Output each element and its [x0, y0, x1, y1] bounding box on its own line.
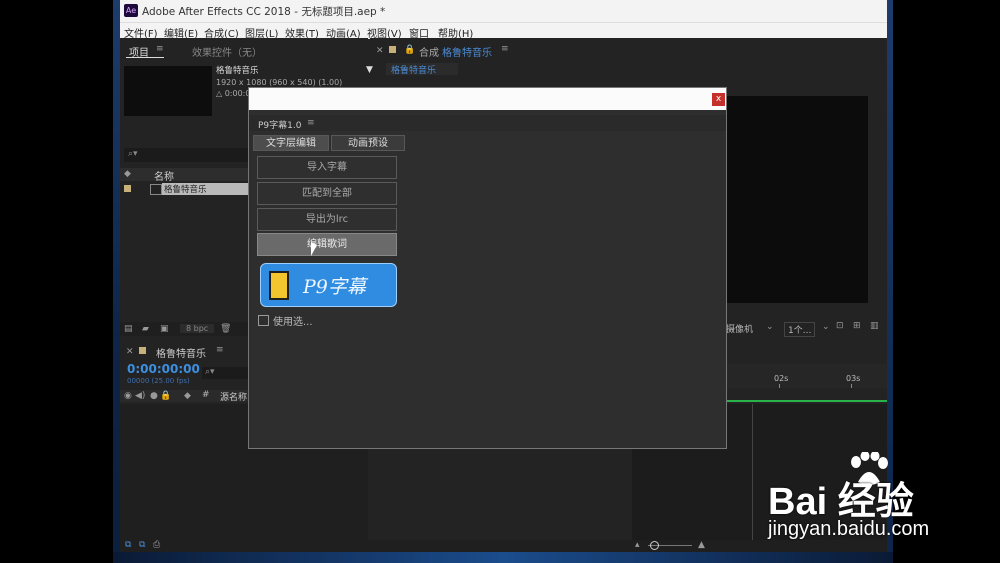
panel-menu-icon[interactable]: ≡	[156, 44, 164, 54]
desktop-taskbar-strip	[113, 552, 893, 563]
composition-panel-header: ✕ 🔒 合成 格鲁特音乐 ≡	[370, 38, 887, 60]
match-all-button[interactable]: 匹配到全部	[257, 182, 397, 205]
beer-mug-icon	[269, 271, 289, 300]
time-ruler[interactable]: 02s 03s	[726, 364, 887, 388]
menu-bar: 文件(F) 编辑(E) 合成(C) 图层(L) 效果(T) 动画(A) 视图(V…	[120, 22, 887, 40]
item-name: 格鲁特音乐	[216, 66, 259, 76]
audio-icon[interactable]: ◀)	[135, 391, 145, 401]
use-selection-checkbox[interactable]	[258, 315, 269, 326]
comp-sub-tab[interactable]: 格鲁特音乐	[386, 63, 458, 76]
work-area-bar[interactable]	[726, 400, 887, 402]
interpret-footage-icon[interactable]: ▤	[124, 324, 133, 334]
label-color-swatch	[124, 185, 131, 192]
desktop-background-left	[113, 0, 120, 563]
window-title: Adobe After Effects CC 2018 - 无标题项目.aep …	[142, 6, 386, 18]
panel-menu-icon[interactable]: ≡	[501, 44, 509, 54]
panel-title: P9字幕1.0	[258, 121, 302, 131]
export-lrc-button[interactable]: 导出为lrc	[257, 208, 397, 231]
snapshot-icon[interactable]: ⊡	[836, 321, 844, 331]
tab-text-layer-edit[interactable]: 文字层编辑	[253, 135, 329, 151]
lock-icon[interactable]: 🔒	[160, 391, 171, 401]
composition-viewer[interactable]	[726, 96, 868, 303]
import-subtitles-button[interactable]: 导入字幕	[257, 156, 397, 179]
window-titlebar: Ae Adobe After Effects CC 2018 - 无标题项目.a…	[120, 0, 887, 22]
new-composition-icon[interactable]: ▣	[160, 324, 169, 334]
dialog-titlebar: x	[249, 88, 726, 110]
label-color-swatch	[139, 347, 146, 354]
channel-icon[interactable]: ▥	[870, 321, 879, 331]
solo-icon[interactable]: ●	[150, 391, 158, 401]
viewer-footer: 摄像机 ⌄ 1个... ⌄ ⊡ ⊞ ▥	[726, 320, 887, 337]
lock-icon[interactable]: 🔒	[404, 45, 415, 55]
tab-animation-preset[interactable]: 动画预设	[331, 135, 405, 151]
eye-icon[interactable]: ◉	[124, 391, 132, 401]
item-thumbnail	[124, 66, 212, 116]
column-name[interactable]: 名称	[154, 168, 174, 183]
panel-divider	[752, 404, 753, 544]
trash-icon[interactable]: 🗑	[220, 324, 231, 334]
dialog-panel-header: P9字幕1.0 ≡	[249, 115, 726, 131]
ruler-label: 03s	[846, 374, 861, 383]
new-folder-icon[interactable]: ▰	[142, 324, 149, 334]
tab-composition[interactable]: 格鲁特音乐	[442, 44, 492, 59]
edit-lyrics-button[interactable]: 编辑歌词	[257, 233, 397, 256]
close-panel-icon[interactable]: ✕	[376, 46, 384, 56]
zoom-slider-thumb[interactable]	[650, 541, 659, 550]
project-item-label: 格鲁特音乐	[164, 185, 207, 195]
label-tag-icon[interactable]: ◆	[124, 169, 131, 179]
show-snapshot-icon[interactable]: ⊞	[853, 321, 861, 331]
ae-app-icon: Ae	[124, 4, 138, 17]
switch-icon[interactable]: ⧉	[125, 540, 131, 550]
timeline-search-input[interactable]: ⌕▾	[202, 367, 250, 379]
close-panel-icon[interactable]: ✕	[126, 347, 134, 357]
watermark-brand: Bai 经验	[768, 481, 914, 523]
tab-timeline[interactable]: 格鲁特音乐	[156, 345, 206, 360]
frame-rate: 00000 (25.00 fps)	[127, 377, 190, 385]
p9-subtitle-dialog: x P9字幕1.0 ≡ 文字层编辑 动画预设 导入字幕 匹配到全部 导出为lrc…	[248, 87, 727, 449]
bit-depth-badge[interactable]: 8 bpc	[180, 324, 215, 333]
panel-menu-icon[interactable]: ≡	[216, 345, 224, 355]
ruler-tick	[779, 384, 780, 388]
comp-tab-prefix: 合成	[419, 48, 439, 59]
p9-logo: P9字幕	[260, 263, 397, 307]
column-number: #	[202, 390, 210, 400]
baidu-jingyan-watermark: Bai 经验 jingyan.baidu.com	[768, 452, 948, 552]
comp-sub-tab-label: 格鲁特音乐	[391, 66, 437, 76]
label-color-swatch	[389, 46, 396, 53]
current-timecode[interactable]: 0:00:00:00	[127, 362, 200, 376]
chevron-down-icon[interactable]: ⌄	[766, 322, 774, 332]
panel-menu-icon[interactable]: ≡	[307, 118, 315, 128]
zoom-out-icon[interactable]: ▴	[635, 540, 640, 550]
tab-effect-controls[interactable]: 效果控件（无）	[192, 44, 262, 59]
graph-editor-icon[interactable]: ⎙	[153, 540, 160, 550]
search-icon: ⌕▾	[205, 367, 215, 377]
logo-text: P9字幕	[303, 276, 366, 298]
composition-icon	[150, 184, 162, 195]
close-button[interactable]: x	[712, 93, 725, 106]
watermark-url: jingyan.baidu.com	[768, 518, 930, 540]
chevron-down-icon[interactable]: ▼	[366, 65, 373, 76]
search-icon: ⌕▾	[128, 149, 138, 159]
ruler-label: 02s	[774, 374, 789, 383]
column-source-name[interactable]: 源名称	[220, 390, 247, 403]
chevron-down-icon[interactable]: ⌄	[822, 322, 830, 332]
use-selection-label: 使用选...	[273, 317, 313, 328]
label-tag-icon[interactable]: ◆	[184, 391, 191, 401]
views-select[interactable]: 1个...	[784, 322, 816, 337]
tab-underline	[126, 57, 164, 58]
mouse-cursor-icon	[311, 242, 317, 256]
ruler-tick	[851, 384, 852, 388]
modes-icon[interactable]: ⧉	[139, 540, 145, 550]
camera-select[interactable]: 摄像机	[726, 322, 753, 335]
zoom-in-icon[interactable]: ▲	[698, 540, 705, 550]
